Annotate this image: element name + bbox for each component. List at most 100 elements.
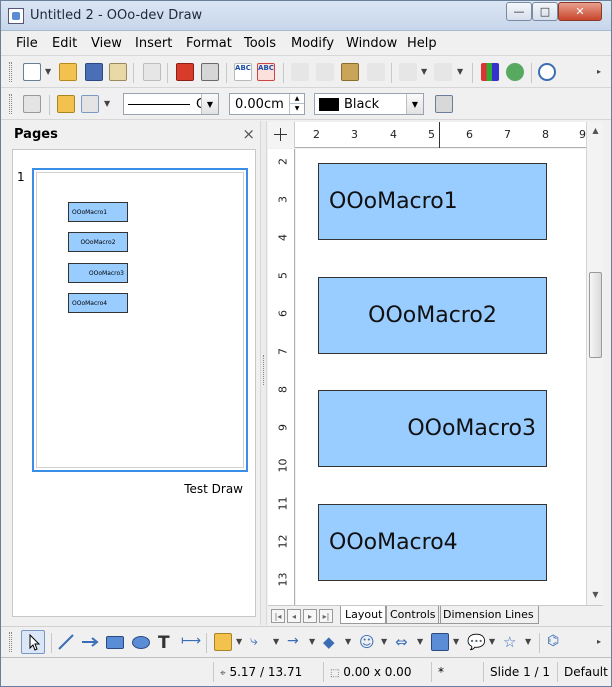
- maximize-button[interactable]: □: [532, 2, 558, 21]
- scroll-down-icon[interactable]: ▼: [589, 588, 602, 601]
- menu-window[interactable]: Window: [346, 36, 397, 51]
- save-icon[interactable]: [85, 63, 103, 81]
- curve-tool-icon[interactable]: [214, 633, 232, 651]
- area-color-select[interactable]: Black ▼: [314, 93, 424, 115]
- symbol-shapes-icon[interactable]: ☺: [359, 633, 377, 651]
- callouts-icon[interactable]: 💬: [467, 633, 486, 651]
- menu-insert[interactable]: Insert: [135, 36, 172, 51]
- chevron-down-icon[interactable]: ▼: [273, 637, 279, 646]
- minimize-button[interactable]: —: [506, 2, 532, 21]
- spellcheck-icon[interactable]: ABC: [234, 63, 252, 81]
- menu-format[interactable]: Format: [186, 36, 232, 51]
- toolbar-overflow-icon[interactable]: ▸: [597, 67, 601, 76]
- area-fill-icon[interactable]: [435, 95, 453, 113]
- chevron-down-icon[interactable]: ▼: [381, 637, 387, 646]
- drawing-canvas[interactable]: OOoMacro1 OOoMacro2 OOoMacro3 OOoMacro4: [296, 149, 586, 605]
- vertical-ruler[interactable]: 2 3 4 5 6 7 8 9 10 11 12 13: [268, 149, 295, 605]
- menu-help[interactable]: Help: [407, 36, 437, 51]
- arrow-style-icon[interactable]: [81, 95, 99, 113]
- select-tool-button[interactable]: [21, 630, 45, 654]
- menu-edit[interactable]: Edit: [52, 36, 77, 51]
- redo-icon[interactable]: [434, 63, 452, 81]
- chevron-down-icon[interactable]: ▼: [421, 67, 427, 76]
- gallery-icon[interactable]: [506, 63, 524, 81]
- horizontal-ruler[interactable]: 2 3 4 5 6 7 8 9: [268, 122, 586, 148]
- connectors-icon[interactable]: ⤷: [250, 633, 268, 651]
- lines-arrows-icon[interactable]: →: [287, 633, 305, 651]
- chevron-down-icon[interactable]: ▼: [457, 67, 463, 76]
- navigator-icon[interactable]: [538, 63, 556, 81]
- toolbar-overflow-icon[interactable]: ▸: [597, 637, 601, 646]
- scroll-up-icon[interactable]: ▲: [589, 124, 602, 137]
- shape-ooomacro1[interactable]: OOoMacro1: [318, 163, 547, 240]
- shape-ooomacro3[interactable]: OOoMacro3: [318, 390, 547, 467]
- export-pdf-icon[interactable]: [176, 63, 194, 81]
- toolbar-grip[interactable]: [9, 62, 12, 82]
- chevron-down-icon[interactable]: ▼: [45, 67, 51, 76]
- line-style-select[interactable]: C ▼: [123, 93, 219, 115]
- block-arrows-icon[interactable]: ⇔: [395, 633, 413, 651]
- modified-indicator[interactable]: *: [431, 662, 455, 682]
- chevron-down-icon[interactable]: ▼: [345, 637, 351, 646]
- rectangle-tool-icon[interactable]: [106, 636, 124, 649]
- menu-view[interactable]: View: [91, 36, 122, 51]
- toolbar-grip[interactable]: [9, 94, 12, 114]
- last-tab-icon[interactable]: ▸|: [319, 609, 333, 623]
- flowchart-icon[interactable]: [431, 633, 449, 651]
- chevron-down-icon[interactable]: ▼: [309, 637, 315, 646]
- first-tab-icon[interactable]: |◂: [271, 609, 285, 623]
- text-tool-icon[interactable]: T: [158, 633, 176, 653]
- toolbar-grip[interactable]: [9, 632, 12, 652]
- tab-layout[interactable]: Layout: [340, 606, 388, 624]
- page-thumbnail[interactable]: OOoMacro1 OOoMacro2 OOoMacro3 OOoMacro4: [32, 168, 248, 472]
- line-icon[interactable]: [57, 95, 75, 113]
- shape-ooomacro4[interactable]: OOoMacro4: [318, 504, 547, 581]
- ellipse-tool-icon[interactable]: [132, 636, 150, 649]
- pane-splitter[interactable]: [260, 121, 267, 625]
- chevron-down-icon[interactable]: ▼: [417, 637, 423, 646]
- chevron-down-icon[interactable]: ▼: [406, 94, 423, 114]
- scroll-thumb[interactable]: [589, 272, 602, 358]
- chevron-down-icon[interactable]: ▼: [489, 637, 495, 646]
- line-tool-icon[interactable]: [57, 633, 75, 651]
- paste-icon[interactable]: [341, 63, 359, 81]
- line-width-field[interactable]: 0.00cm ▲ ▼: [229, 93, 305, 115]
- drawing-page[interactable]: OOoMacro1 OOoMacro2 OOoMacro3 OOoMacro4: [296, 149, 586, 605]
- email-icon[interactable]: [109, 63, 127, 81]
- chevron-down-icon[interactable]: ▼: [525, 637, 531, 646]
- chevron-down-icon[interactable]: ▼: [236, 637, 242, 646]
- chart-icon[interactable]: [481, 63, 499, 81]
- ruler-margin-marker[interactable]: [439, 122, 440, 148]
- clone-formatting-icon[interactable]: [367, 63, 385, 81]
- prev-tab-icon[interactable]: ◂: [287, 609, 301, 623]
- chevron-down-icon[interactable]: ▼: [453, 637, 459, 646]
- shape-ooomacro2[interactable]: OOoMacro2: [318, 277, 547, 354]
- arrow-tool-icon[interactable]: [81, 633, 99, 651]
- basic-shapes-icon[interactable]: ◆: [323, 633, 341, 651]
- stars-icon[interactable]: ☆: [503, 633, 521, 651]
- menu-modify[interactable]: Modify: [291, 36, 334, 51]
- cut-icon[interactable]: [291, 63, 309, 81]
- close-icon[interactable]: ×: [242, 125, 255, 143]
- points-icon[interactable]: ⌬: [547, 633, 565, 651]
- new-document-icon[interactable]: [23, 63, 41, 81]
- copy-icon[interactable]: [316, 63, 334, 81]
- next-tab-icon[interactable]: ▸: [303, 609, 317, 623]
- chevron-down-icon[interactable]: ▼: [104, 99, 110, 108]
- spin-down-icon[interactable]: ▼: [289, 104, 304, 114]
- close-button[interactable]: ✕: [558, 2, 602, 21]
- ruler-origin-icon[interactable]: [268, 122, 295, 148]
- styles-icon[interactable]: [23, 95, 41, 113]
- menu-file[interactable]: File: [16, 36, 38, 51]
- chevron-down-icon[interactable]: ▼: [201, 94, 218, 114]
- tab-dimension-lines[interactable]: Dimension Lines: [438, 606, 539, 624]
- menu-tools[interactable]: Tools: [244, 36, 276, 51]
- edit-file-icon[interactable]: [143, 63, 161, 81]
- open-folder-icon[interactable]: [59, 63, 77, 81]
- connector-tool-icon[interactable]: ⟼: [181, 633, 201, 651]
- vertical-scrollbar[interactable]: ▲ ▼: [586, 122, 603, 605]
- print-icon[interactable]: [201, 63, 219, 81]
- undo-icon[interactable]: [399, 63, 417, 81]
- autospellcheck-icon[interactable]: ABC: [257, 63, 275, 81]
- tab-controls[interactable]: Controls: [385, 606, 441, 624]
